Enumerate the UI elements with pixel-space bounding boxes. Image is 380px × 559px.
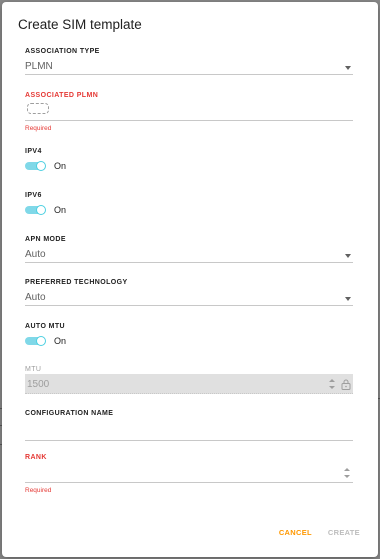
- ipv4-toggle[interactable]: On: [25, 161, 353, 171]
- association-type-select[interactable]: PLMN: [25, 55, 353, 75]
- dropdown-arrow-icon: [345, 66, 351, 70]
- stepper-arrows-icon: [328, 378, 336, 390]
- toggle-knob: [36, 336, 46, 346]
- auto-mtu-state: On: [54, 336, 67, 346]
- create-button[interactable]: CREATE: [320, 524, 368, 541]
- association-type-field: ASSOCIATION TYPE PLMN: [25, 48, 353, 75]
- auto-mtu-label: AUTO MTU: [25, 323, 66, 330]
- preferred-technology-field: PREFERRED TECHNOLOGY Auto: [25, 279, 353, 306]
- stepper-arrows-icon[interactable]: [343, 467, 351, 479]
- ipv6-state: On: [54, 205, 67, 215]
- toggle-switch: [25, 336, 46, 346]
- associated-plmn-field: ASSOCIATED PLMN Required: [25, 92, 353, 132]
- configuration-name-field: CONFIGURATION NAME: [25, 410, 353, 441]
- ipv6-field: IPV6 On: [25, 192, 353, 215]
- rank-helper: Required: [25, 487, 52, 494]
- rank-label: RANK: [25, 454, 47, 461]
- apn-mode-label: APN MODE: [25, 236, 66, 243]
- ipv4-field: IPV4 On: [25, 148, 353, 171]
- create-sim-template-dialog: Create SIM template ASSOCIATION TYPE PLM…: [2, 2, 378, 557]
- auto-mtu-toggle[interactable]: On: [25, 336, 353, 346]
- toggle-switch: [25, 205, 46, 215]
- configuration-name-input[interactable]: [25, 417, 353, 441]
- lock-icon: [341, 379, 351, 390]
- apn-mode-field: APN MODE Auto: [25, 236, 353, 263]
- dropdown-arrow-icon: [345, 254, 351, 258]
- mtu-input: 1500: [25, 374, 353, 394]
- preferred-technology-label: PREFERRED TECHNOLOGY: [25, 279, 128, 286]
- rank-input[interactable]: [25, 461, 353, 483]
- association-type-value: PLMN: [25, 61, 53, 72]
- rank-field: RANK Required: [25, 454, 353, 494]
- associated-plmn-label: ASSOCIATED PLMN: [25, 92, 99, 99]
- auto-mtu-field: AUTO MTU On: [25, 323, 353, 346]
- preferred-technology-select[interactable]: Auto: [25, 286, 353, 306]
- dialog-actions: CANCEL CREATE: [271, 524, 368, 541]
- ipv6-toggle[interactable]: On: [25, 205, 353, 215]
- cancel-button[interactable]: CANCEL: [271, 524, 320, 541]
- toggle-knob: [36, 205, 46, 215]
- configuration-name-label: CONFIGURATION NAME: [25, 410, 114, 417]
- mtu-label: MTU: [25, 366, 42, 373]
- associated-plmn-input[interactable]: [25, 99, 353, 121]
- associated-plmn-helper: Required: [25, 125, 52, 132]
- mtu-field: MTU 1500: [25, 366, 353, 394]
- dropdown-arrow-icon: [345, 297, 351, 301]
- apn-mode-value: Auto: [25, 249, 46, 260]
- apn-mode-select[interactable]: Auto: [25, 243, 353, 263]
- ipv4-state: On: [54, 161, 67, 171]
- dialog-title: Create SIM template: [18, 17, 142, 32]
- association-type-label: ASSOCIATION TYPE: [25, 48, 100, 55]
- toggle-knob: [36, 161, 46, 171]
- mtu-value: 1500: [27, 379, 50, 390]
- chip-placeholder: [27, 103, 49, 114]
- ipv6-label: IPV6: [25, 192, 42, 199]
- preferred-technology-value: Auto: [25, 292, 46, 303]
- ipv4-label: IPV4: [25, 148, 42, 155]
- toggle-switch: [25, 161, 46, 171]
